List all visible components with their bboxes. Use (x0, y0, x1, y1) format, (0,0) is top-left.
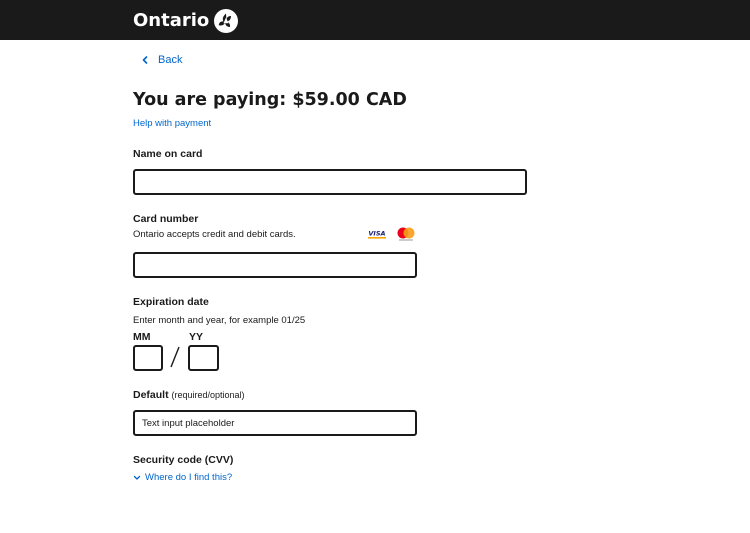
ontario-brand[interactable]: Ontario (133, 8, 239, 33)
expiration-year-input[interactable] (188, 345, 219, 371)
svg-text:VISA: VISA (368, 230, 385, 238)
default-text-input[interactable] (133, 410, 417, 436)
default-field-label-text: Default (133, 389, 169, 401)
card-number-input[interactable] (133, 252, 417, 278)
top-header-bar: Ontario (0, 0, 750, 40)
card-number-hint: Ontario accepts credit and debit cards. (133, 229, 296, 240)
name-on-card-label: Name on card (133, 148, 203, 160)
where-to-find-cvv-label: Where do I find this? (145, 472, 233, 483)
where-to-find-cvv-toggle[interactable]: Where do I find this? (133, 472, 232, 483)
back-label: Back (158, 54, 183, 66)
visa-logo-icon: VISA (367, 227, 387, 241)
mastercard-logo-icon (397, 227, 415, 241)
expiration-date-hint: Enter month and year, for example 01/25 (133, 315, 306, 326)
expiration-date-label: Expiration date (133, 296, 209, 308)
month-label: MM (133, 331, 151, 343)
back-link[interactable]: Back (140, 54, 182, 66)
default-field-qualifier: (required/optional) (171, 390, 245, 400)
chevron-left-icon (142, 56, 148, 64)
security-code-label: Security code (CVV) (133, 454, 234, 466)
brand-wordmark: Ontario (133, 10, 210, 31)
help-with-payment-link[interactable]: Help with payment (133, 118, 211, 129)
chevron-down-icon (133, 475, 141, 480)
year-label: YY (189, 331, 204, 343)
date-separator-slash (170, 346, 180, 368)
name-on-card-input[interactable] (133, 169, 527, 195)
page-title: You are paying: $59.00 CAD (133, 90, 407, 110)
default-field-label: Default (required/optional) (133, 389, 245, 401)
trillium-logo-icon (214, 8, 239, 33)
card-number-label: Card number (133, 213, 199, 225)
expiration-month-input[interactable] (133, 345, 163, 371)
